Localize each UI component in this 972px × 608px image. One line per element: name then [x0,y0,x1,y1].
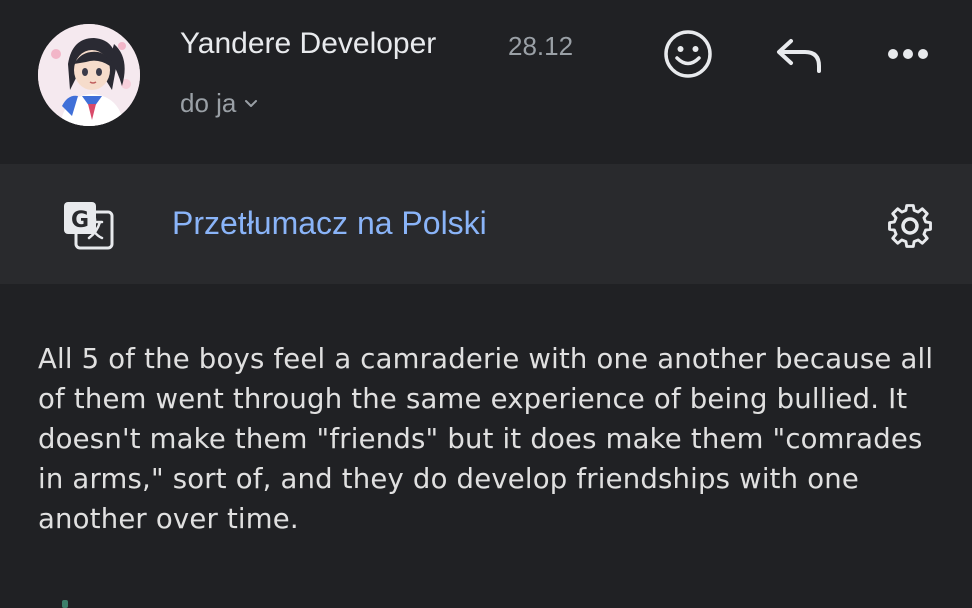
reply-button[interactable] [770,30,828,80]
sender-name: Yandere Developer [180,27,437,60]
emoji-reaction-button[interactable] [660,26,716,82]
translate-settings-button[interactable] [884,200,936,252]
email-date: 28.12 [508,31,574,61]
sender-avatar[interactable] [38,24,140,126]
avatar-illustration [38,24,140,126]
chevron-down-icon [245,99,258,107]
more-icon [888,49,928,59]
email-header: Yandere Developer 28.12 do ja [0,0,972,164]
svg-text:G: G [71,208,89,233]
next-message-edge [62,600,68,608]
emoji-icon [664,30,712,78]
translate-icon-container: G [62,200,118,256]
gear-icon [888,204,932,248]
translate-link[interactable]: Przetłumacz na Polski [172,205,487,242]
recipient-label: do ja [180,88,237,118]
recipient-toggle[interactable]: do ja [180,88,258,119]
reply-icon [777,39,821,73]
email-body: All 5 of the boys feel a camraderie with… [38,343,934,535]
more-options-button[interactable] [880,34,936,74]
google-translate-icon: G [64,202,114,250]
